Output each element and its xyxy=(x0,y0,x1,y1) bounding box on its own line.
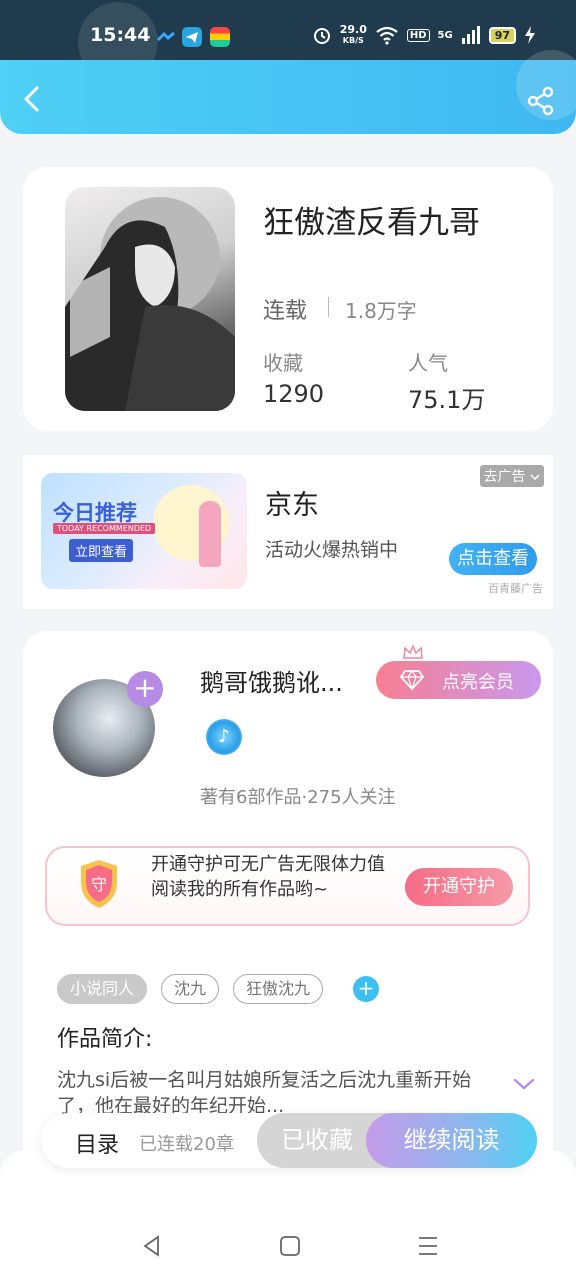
top-header xyxy=(0,50,576,134)
ad-image-figure xyxy=(199,501,221,567)
author-name[interactable]: 鹅哥饿鹅讹... xyxy=(200,663,343,698)
word-count: 1.8万字 xyxy=(345,299,417,323)
remove-ad-button[interactable]: 去广告 xyxy=(479,465,544,487)
alarm-icon xyxy=(313,28,330,44)
ad-source: 百青藤广告 xyxy=(488,582,543,595)
toc-button[interactable]: 目录 xyxy=(75,1127,119,1159)
charging-icon xyxy=(525,26,535,44)
follow-author-button[interactable]: + xyxy=(127,671,163,707)
ad-image-subtitle: TODAY RECOMMENDED xyxy=(53,523,156,534)
book-status: 连载 xyxy=(263,299,308,324)
net-speed-value: 29.0 xyxy=(339,23,367,36)
chevron-down-icon xyxy=(530,474,540,481)
ad-image-button: 立即查看 xyxy=(69,539,134,562)
signal-label: 5G xyxy=(437,29,453,41)
book-info-card: 狂傲渣反看九哥 连载 1.8万字 收藏 1290 人气 75.1万 xyxy=(23,167,553,431)
chevron-left-icon xyxy=(24,86,39,112)
ad-description: 活动火爆热销中 xyxy=(265,539,399,561)
status-time: 15:44 xyxy=(90,24,151,46)
wifi-icon xyxy=(376,26,398,45)
app-notification-icon xyxy=(210,27,230,47)
nav-back-icon[interactable] xyxy=(140,1234,164,1258)
tag-item[interactable]: 狂傲沈九 xyxy=(233,974,324,1004)
favorites-value: 1290 xyxy=(263,380,325,408)
shield-icon: 守 xyxy=(81,860,117,908)
add-tag-button[interactable]: + xyxy=(353,976,380,1002)
net-speed: 29.0 KB/S xyxy=(340,24,367,46)
telegram-icon xyxy=(182,27,202,47)
system-navigation-bar xyxy=(0,1150,576,1280)
guard-promo: 守 开通守护可无广告无限体力值阅读我的所有作品哟~ 开通守护 xyxy=(45,846,530,926)
favorites-label: 收藏 xyxy=(263,351,303,375)
back-button[interactable] xyxy=(18,84,48,114)
signal-icon xyxy=(461,26,480,44)
shield-char: 守 xyxy=(91,875,107,894)
ad-banner[interactable]: 今日推荐 TODAY RECOMMENDED 立即查看 去广告 京东 活动火爆热… xyxy=(23,455,553,609)
net-speed-unit: KB/S xyxy=(342,36,364,45)
app-notification-icon xyxy=(156,27,176,47)
chapter-count[interactable]: 已连载20章 xyxy=(139,1130,234,1156)
book-cover-image[interactable] xyxy=(65,187,235,411)
status-icons: 29.0 KB/S HD 5G 97 xyxy=(312,24,536,46)
share-icon xyxy=(527,86,554,116)
ad-image[interactable]: 今日推荐 TODAY RECOMMENDED 立即查看 xyxy=(41,473,247,589)
guard-text: 开通守护可无广告无限体力值阅读我的所有作品哟~ xyxy=(151,854,385,900)
tag-item[interactable]: 小说同人 xyxy=(57,974,148,1004)
remove-ad-label: 去广告 xyxy=(483,469,526,485)
nav-menu-icon[interactable] xyxy=(416,1234,440,1258)
diamond-icon xyxy=(400,669,424,691)
chevron-down-icon[interactable] xyxy=(513,1077,535,1091)
nav-home-icon[interactable] xyxy=(278,1234,302,1258)
guard-button[interactable]: 开通守护 xyxy=(405,868,513,906)
ad-cta-button[interactable]: 点击查看 xyxy=(449,543,537,575)
book-title: 狂傲渣反看九哥 xyxy=(263,205,480,241)
hd-icon: HD xyxy=(406,28,430,42)
crown-icon xyxy=(403,644,423,659)
divider xyxy=(328,297,329,317)
intro-text: 沈九si后被一名叫月姑娘所复活之后沈九重新开始了，他在最好的年纪开始... xyxy=(57,1069,472,1117)
tag-list: 小说同人 沈九 狂傲沈九 + xyxy=(57,974,380,1004)
cover-illustration xyxy=(65,197,235,411)
ad-title: 京东 xyxy=(265,490,319,521)
battery-icon: 97 xyxy=(488,26,516,44)
vip-button-label: 点亮会员 xyxy=(442,672,514,693)
reading-action-bar: 目录 已连载20章 已收藏 继续阅读 xyxy=(41,1113,537,1168)
popularity-label: 人气 xyxy=(408,351,448,375)
tag-item[interactable]: 沈九 xyxy=(161,974,220,1004)
vip-button[interactable]: 点亮会员 xyxy=(376,644,541,699)
author-card: + 鹅哥饿鹅讹... 点亮会员 ♪ 著有6部作品·275人关注 守 开通守护可无… xyxy=(23,631,553,1191)
intro-title: 作品简介: xyxy=(57,1027,153,1052)
continue-reading-button[interactable]: 继续阅读 xyxy=(366,1113,537,1168)
status-bar: 15:44 29.0 KB/S HD 5G 97 xyxy=(0,0,576,82)
author-stats: 著有6部作品·275人关注 xyxy=(200,787,396,808)
music-badge-icon: ♪ xyxy=(206,719,242,755)
popularity-value: 75.1万 xyxy=(408,386,486,414)
share-button[interactable] xyxy=(526,86,556,116)
